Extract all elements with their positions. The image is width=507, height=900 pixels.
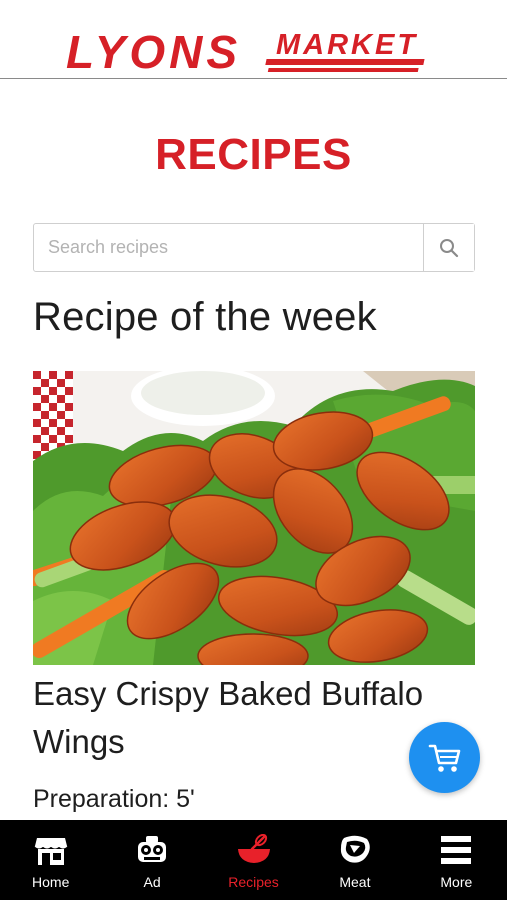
search-bar — [33, 223, 475, 272]
logo-main-text: LYONS — [66, 26, 241, 78]
nav-label-ad: Ad — [143, 874, 161, 890]
bottom-navigation: Home Ad Recipes Meat More — [0, 820, 507, 900]
cart-icon — [428, 744, 460, 772]
preparation-time: Preparation: 5' — [33, 785, 195, 813]
nav-label-meat: Meat — [339, 874, 371, 890]
steak-icon — [340, 835, 370, 863]
nav-item-recipes[interactable]: Recipes — [203, 820, 304, 900]
search-icon — [440, 238, 459, 257]
lyons-market-logo[interactable]: LYONS MARKET — [62, 24, 447, 78]
nav-item-meat[interactable]: Meat — [304, 820, 405, 900]
logo-sub-text: MARKET — [276, 29, 418, 61]
recipe-image[interactable] — [33, 371, 475, 665]
nav-label-recipes: Recipes — [228, 874, 279, 890]
buffalo-wings-photo — [33, 371, 475, 665]
search-input[interactable] — [34, 224, 423, 271]
nav-item-more[interactable]: More — [406, 820, 507, 900]
nav-item-ad[interactable]: Ad — [101, 820, 202, 900]
cart-button[interactable] — [409, 722, 480, 793]
nav-label-home: Home — [32, 874, 70, 890]
section-title: Recipe of the week — [33, 295, 377, 339]
search-button[interactable] — [423, 224, 474, 271]
menu-icon — [441, 836, 472, 864]
nav-label-more: More — [440, 874, 473, 890]
ad-icon — [138, 836, 167, 862]
store-icon — [34, 838, 68, 865]
bowl-whisk-icon — [237, 834, 270, 863]
app-header: LYONS MARKET — [0, 0, 507, 79]
nav-item-home[interactable]: Home — [0, 820, 101, 900]
page-title: RECIPES — [155, 130, 352, 179]
